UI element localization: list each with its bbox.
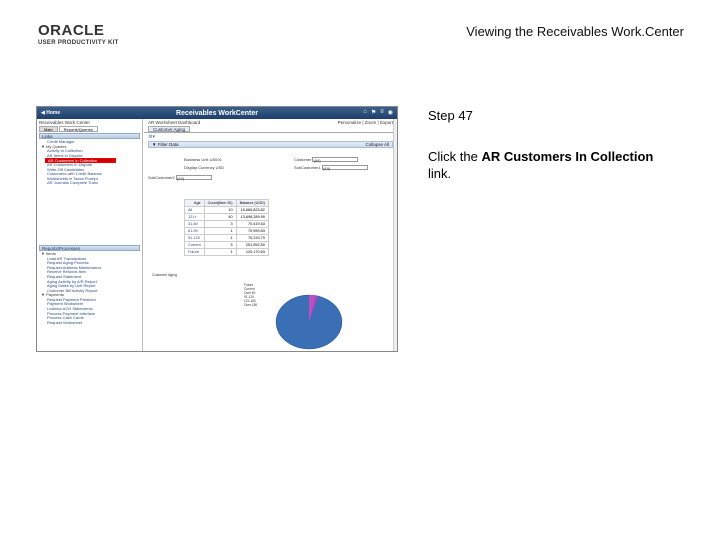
table-row: 91-120 1 75,233.79 [184,234,269,242]
left-pane: Receivables Work Center Main Reports/Que… [37,119,143,351]
value-cell: 120,170.63 [235,248,269,256]
app-topbar: ◀ Home Receivables WorkCenter ⌂ ⚑ ≡ ◉ [37,107,397,119]
display-currency-row: Display Currency USD [184,165,224,170]
table-header-cell: Age [184,199,205,207]
business-unit-row: Business Unit US001 [184,157,222,162]
value-cell: 16,666,823.82 [235,206,269,214]
age-cell[interactable]: 91-120 [184,234,205,242]
sub-customer-label: SubCustomer1 [294,165,321,170]
value-cell: 1 [203,234,237,242]
sub-customer2-row: SubCustomer2 (All) [148,175,212,181]
logo-brand: ORACLE [38,22,105,39]
step-instruction: Click the AR Customers In Collection lin… [428,148,668,182]
value-cell: 5 [203,241,237,249]
sub-customer2-select[interactable]: (All) [175,175,212,181]
oracle-logo: ORACLE USER PRODUCTIVITY KIT [38,22,128,46]
right-tabs: Customer Aging [144,126,397,133]
right-header: AR Worksheet Dashboard Personalize | Zoo… [144,119,397,126]
legend-entry: Over 180 [244,303,258,307]
tab-main[interactable]: Main [39,126,58,132]
left-spacer [37,186,142,244]
left-header: Receivables Work Center [39,120,90,125]
collapse-all-link[interactable]: Collapse All [365,142,389,147]
step-suffix: link. [428,166,452,181]
flag-icon[interactable]: ⚑ [371,109,376,116]
tab-reports-queries[interactable]: Reports/Queries [58,126,98,132]
right-pane: AR Worksheet Dashboard Personalize | Zoo… [144,119,397,351]
table-row: 31-60 3 70,419.63 [184,220,269,228]
customer-select[interactable]: (All) [312,157,359,163]
business-unit-label: Business Unit [184,157,209,162]
filters-label: ▼ Filter Data [152,142,179,147]
app-screenshot: ◀ Home Receivables WorkCenter ⌂ ⚑ ≡ ◉ Re… [36,106,398,352]
sub-customer-row: SubCustomer1 (All) [294,165,368,171]
aging-pie-chart [275,294,343,350]
age-cell[interactable]: 31-60 [184,220,205,228]
payment-item[interactable]: Request Worksheet [37,320,142,326]
customer-label: Customer [294,157,312,162]
options-icon[interactable]: ⚙▾ [148,134,155,140]
step-prefix: Click the [428,149,482,164]
table-row: 61-90 1 70,959.83 [184,227,269,235]
table-row: Future 1 120,170.63 [184,248,269,256]
table-body: All 10 16,666,823.82 121+ 40 13,698,289.99 31-… [184,206,269,256]
age-cell[interactable]: All [184,206,205,214]
filter-bar[interactable]: ▼ Filter Data Collapse All [148,141,393,148]
value-cell: 70,959.83 [235,227,269,235]
table-row: 121+ 40 13,698,289.99 [184,213,269,221]
home-icon[interactable]: ⌂ [363,109,367,116]
table-header-row: Age Count(Item ID) Balance (USD) [184,199,269,207]
pivot-toolbar: ⚙▾ [144,133,397,141]
step-link-name: AR Customers In Collection [481,149,654,164]
chart-title: Customer Aging [152,273,177,277]
notification-icon[interactable]: ◉ [388,109,393,116]
app-title: Receivables WorkCenter [176,109,258,117]
logo-tagline: USER PRODUCTIVITY KIT [38,40,119,46]
value-cell: 1 [203,227,237,235]
sub-customer-select[interactable]: (All) [321,165,368,171]
left-tabs: Main Reports/Queries [37,126,142,132]
value-cell: 40 [203,213,237,221]
value-cell: 75,233.79 [235,234,269,242]
right-scrollbar[interactable] [393,119,397,351]
sub-customer2-label: SubCustomer2 [148,175,175,180]
value-cell: 10 [203,206,237,214]
dashboard-actions[interactable]: Personalize | Zoom | Export [338,120,393,125]
value-cell: 13,698,289.99 [235,213,269,221]
value-cell: 3 [203,220,237,228]
display-currency-label: Display Currency [184,165,215,170]
table-header-cell: Balance (USD) [235,199,269,207]
filters-text: Filter Data [157,142,179,147]
value-cell: 70,419.63 [235,220,269,228]
business-unit-value: US001 [209,157,222,162]
aging-table: Age Count(Item ID) Balance (USD) All 10 16,6… [184,199,269,256]
age-cell[interactable]: 61-90 [184,227,205,235]
dashboard-title: AR Worksheet Dashboard [148,120,201,125]
age-cell[interactable]: Current [184,241,205,249]
pie-legend: Future Current Over 60 91-120 121-180 Over 18… [244,283,257,307]
menu-icon[interactable]: ≡ [380,109,384,116]
table-row: All 10 16,666,823.82 [184,206,269,214]
topbar-icons: ⌂ ⚑ ≡ ◉ [363,109,393,116]
value-cell: 1 [203,248,237,256]
table-row: Current 5 251,952.50 [184,241,269,249]
value-cell: 251,952.50 [235,241,269,249]
step-title: Step 47 [428,108,473,123]
customer-row: Customer (All) [294,157,359,163]
tab-customer-aging[interactable]: Customer Aging [148,126,191,132]
page-title: Viewing the Receivables Work.Center [466,24,684,39]
table-header-cell: Count(Item ID) [203,199,237,207]
age-cell[interactable]: Future [184,248,205,256]
display-currency-value: USD [215,165,225,170]
age-cell[interactable]: 121+ [184,213,205,221]
